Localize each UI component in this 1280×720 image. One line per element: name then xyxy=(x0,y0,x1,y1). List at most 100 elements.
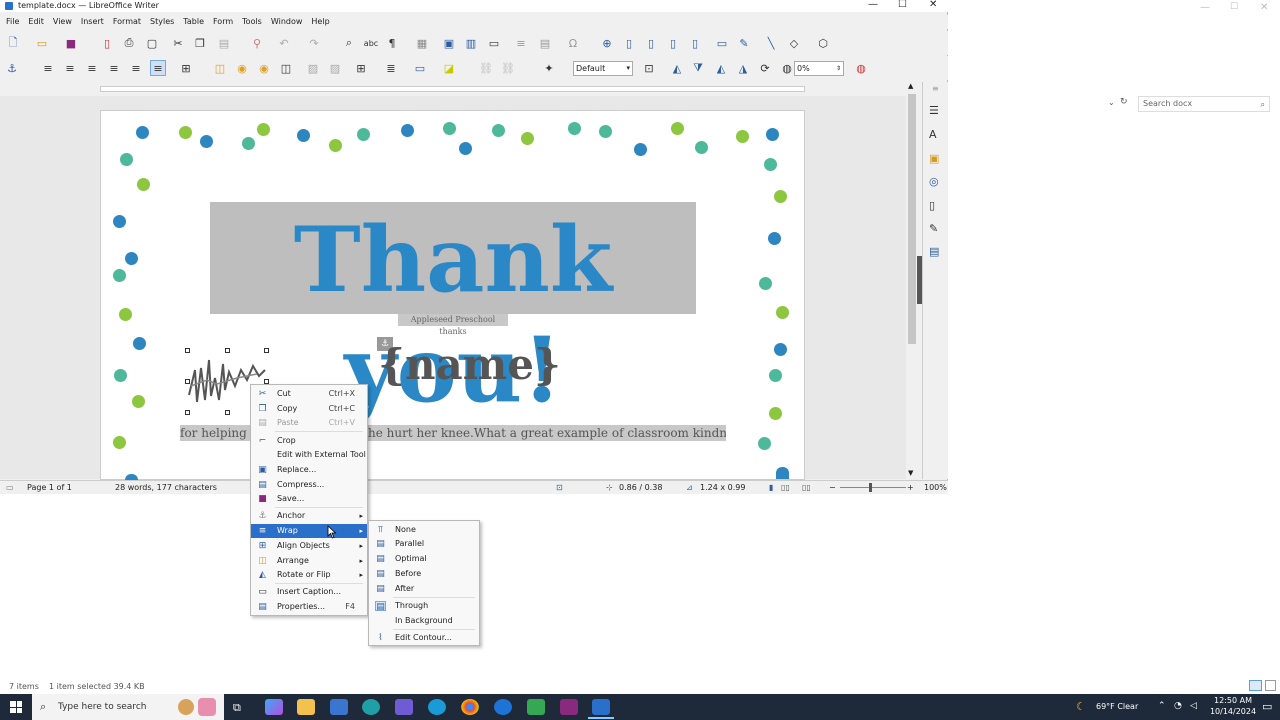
border-color-icon[interactable]: ▭ xyxy=(412,60,428,76)
zoom-slider-thumb[interactable] xyxy=(869,483,872,492)
copy-icon[interactable]: ❐ xyxy=(192,35,208,51)
endnote-icon[interactable]: ▯ xyxy=(643,35,659,51)
hyperlink-icon[interactable]: ⊕ xyxy=(599,35,615,51)
maximize-icon[interactable]: ☐ xyxy=(1230,2,1238,12)
app-icon[interactable] xyxy=(428,699,446,715)
draw-functions-icon[interactable]: ⬡ xyxy=(815,35,831,51)
insert-field-icon[interactable]: ▤ xyxy=(537,35,553,51)
chrome-icon[interactable] xyxy=(461,699,479,715)
align-icon[interactable]: ⊞ xyxy=(178,60,194,76)
clock-date[interactable]: 10/14/2024 xyxy=(1208,707,1258,716)
unlink-frames-icon[interactable]: ⛓ xyxy=(500,60,516,76)
rotate-left-icon[interactable]: ◭ xyxy=(713,60,729,76)
resize-handle[interactable] xyxy=(225,410,230,415)
wrap-before[interactable]: ▤ Before xyxy=(369,567,479,581)
print-preview-icon[interactable]: ▢ xyxy=(144,35,160,51)
menu-item-align-objects[interactable]: ⊞ Align Objects ▸ xyxy=(251,539,367,553)
manage-changes-icon[interactable]: ▤ xyxy=(929,245,939,258)
print-icon[interactable]: ⎙ xyxy=(121,35,137,51)
to-foreground-icon[interactable]: ▨ xyxy=(305,60,321,76)
gallery-icon[interactable]: ▣ xyxy=(929,152,939,165)
windows-start-icon[interactable] xyxy=(10,701,22,713)
navigator-icon[interactable]: ◎ xyxy=(929,175,939,188)
page-icon[interactable]: ▯ xyxy=(929,199,935,212)
menu-item-paste[interactable]: ▤ Paste Ctrl+V xyxy=(251,416,367,430)
menu-view[interactable]: View xyxy=(53,17,72,26)
formatting-marks-icon[interactable]: ¶ xyxy=(384,35,400,51)
resize-handle[interactable] xyxy=(185,410,190,415)
wrap-after[interactable]: ▤ After xyxy=(369,582,479,596)
undo-icon[interactable]: ↶ xyxy=(276,35,292,51)
zoom-in-icon[interactable]: + xyxy=(907,481,914,494)
name-placeholder[interactable]: {name} xyxy=(378,340,561,390)
insert-pagebreak-icon[interactable]: ≡ xyxy=(513,35,529,51)
menu-item-edit-external[interactable]: Edit with External Tool xyxy=(251,448,367,462)
wrap-left-icon[interactable]: ≡ xyxy=(106,60,122,76)
transparency-field[interactable]: 0% ⇕ xyxy=(794,61,844,76)
book-view-icon[interactable]: ▯▯ xyxy=(802,481,811,494)
borders-icon[interactable]: ⊞ xyxy=(353,60,369,76)
border-style-icon[interactable]: ≣ xyxy=(383,60,399,76)
vscode-icon[interactable] xyxy=(395,699,413,715)
open-folder-icon[interactable]: ▭ xyxy=(34,35,50,51)
find-replace-icon[interactable]: ⌕ xyxy=(341,35,357,51)
menu-item-properties[interactable]: ▤ Properties... F4 xyxy=(251,600,367,614)
resize-handle[interactable] xyxy=(264,348,269,353)
anchor-icon[interactable]: ⚓ xyxy=(4,60,20,76)
footnote-icon[interactable]: ▯ xyxy=(621,35,637,51)
volume-icon[interactable]: ◁ xyxy=(1190,701,1197,711)
basic-shapes-icon[interactable]: ◇ xyxy=(786,35,802,51)
wrap-none[interactable]: ⫪ None xyxy=(369,523,479,537)
rotate-icon[interactable]: ⟳ xyxy=(757,60,773,76)
flip-vertical-icon[interactable]: ◭ xyxy=(669,60,685,76)
store-icon[interactable] xyxy=(330,699,348,715)
menu-item-anchor[interactable]: ⚓ Anchor ▸ xyxy=(251,509,367,523)
menu-item-cut[interactable]: ✂ Cut Ctrl+X xyxy=(251,387,367,401)
copilot-icon[interactable] xyxy=(265,699,283,715)
close-icon[interactable]: ✕ xyxy=(1260,2,1268,13)
chevron-up-icon[interactable]: ⌃ xyxy=(1158,701,1166,711)
libreoffice-writer-icon[interactable] xyxy=(592,699,610,715)
terminal-icon[interactable] xyxy=(560,699,578,715)
back-one-icon[interactable]: ◉ xyxy=(256,60,272,76)
wrap-through[interactable]: ▤ Through xyxy=(369,599,479,613)
forward-one-icon[interactable]: ◉ xyxy=(234,60,250,76)
color-icon[interactable]: ◍ xyxy=(853,60,869,76)
rotate-right-icon[interactable]: ◮ xyxy=(735,60,751,76)
crop-image-icon[interactable]: ⊡ xyxy=(641,60,657,76)
properties-icon[interactable]: ☰ xyxy=(929,104,939,117)
area-fill-icon[interactable]: ◪ xyxy=(441,60,457,76)
menu-styles[interactable]: Styles xyxy=(150,17,174,26)
view-details-icon[interactable] xyxy=(1249,680,1262,691)
export-pdf-icon[interactable]: ▯ xyxy=(99,35,115,51)
menu-item-arrange[interactable]: ◫ Arrange ▸ xyxy=(251,554,367,568)
maps-icon[interactable] xyxy=(494,699,512,715)
insert-textbox-icon[interactable]: ▭ xyxy=(486,35,502,51)
clone-formatting-icon[interactable]: ⚲ xyxy=(249,35,265,51)
transparency-icon[interactable]: ◍ xyxy=(779,60,795,76)
menu-tools[interactable]: Tools xyxy=(242,17,262,26)
image-mode-select[interactable]: Default ▾ xyxy=(573,61,633,76)
special-character-icon[interactable]: Ω xyxy=(565,35,581,51)
edge-icon[interactable] xyxy=(362,699,380,715)
new-document-icon[interactable]: 🗋 xyxy=(5,35,21,51)
close-icon[interactable]: ✕ xyxy=(929,0,937,10)
to-background-icon[interactable]: ▨ xyxy=(327,60,343,76)
menu-icon[interactable]: ≡ xyxy=(932,84,939,93)
minimize-icon[interactable]: — xyxy=(868,0,878,10)
menu-item-compress[interactable]: ▤ Compress... xyxy=(251,478,367,492)
menu-item-copy[interactable]: ❐ Copy Ctrl+C xyxy=(251,402,367,416)
insert-table-icon[interactable]: ▦ xyxy=(414,35,430,51)
network-icon[interactable]: ◔ xyxy=(1174,701,1182,711)
wrap-off-icon[interactable]: ≡ xyxy=(40,60,56,76)
send-to-back-icon[interactable]: ◫ xyxy=(278,60,294,76)
zoom-level[interactable]: 100% xyxy=(924,481,947,494)
zoom-slider[interactable] xyxy=(840,487,906,488)
menu-item-rotate-flip[interactable]: ◭ Rotate or Flip ▸ xyxy=(251,568,367,582)
comment-icon[interactable]: ▭ xyxy=(714,35,730,51)
zoom-out-icon[interactable]: − xyxy=(829,481,836,494)
libreoffice-calc-icon[interactable] xyxy=(527,699,545,715)
menu-item-save[interactable]: ■ Save... xyxy=(251,492,367,506)
explorer-search-input[interactable]: Search docx ⌕ xyxy=(1138,96,1270,112)
menu-table[interactable]: Table xyxy=(183,17,204,26)
